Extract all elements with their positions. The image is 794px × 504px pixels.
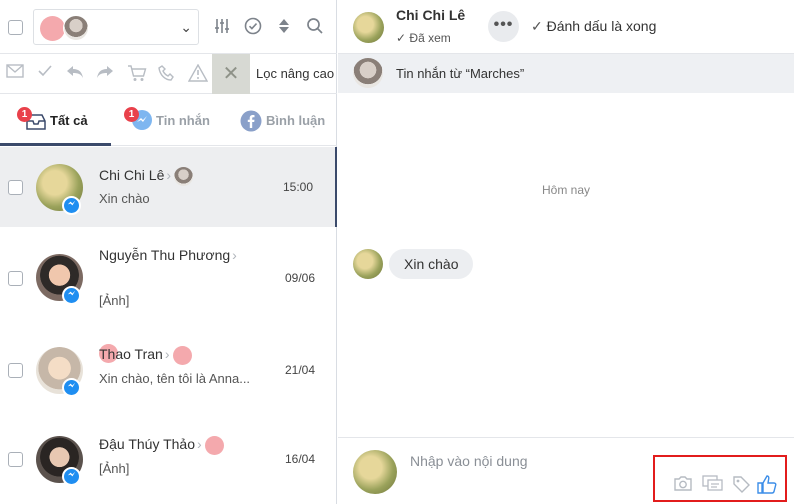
page-avatar [63,15,89,41]
page-avatar [353,58,383,88]
contact-name-text: Nguyễn Thu Phương [99,247,231,263]
message-input[interactable] [410,451,640,471]
page-avatar [172,346,192,365]
forward-icon[interactable] [95,64,115,84]
messenger-badge-icon [62,286,81,305]
tab-label: Tin nhắn [156,113,210,128]
conversation-row[interactable]: Đậu Thúy Thảo › [Ảnh] 16/04 [0,414,337,504]
messenger-badge-icon [62,196,81,215]
check-icon: ✓ [531,18,543,34]
message-time: 16/04 [284,452,315,466]
avatar [353,12,384,43]
facebook-icon [240,110,262,135]
page-avatar [204,436,224,455]
contact-name: Thao Tran › [99,346,192,365]
contact-name: Đậu Thúy Thảo › [99,436,224,455]
reply-icon[interactable] [65,64,85,84]
page-avatar [40,16,65,41]
contact-name: Chi Chi Lê › [99,167,194,186]
mark-done-label: Đánh dấu là xong [546,18,657,34]
chat-title: Chi Chi Lê [396,7,466,23]
contact-name: Nguyễn Thu Phương › [99,247,237,263]
mail-icon[interactable] [5,64,25,84]
conversation-row[interactable]: Thao Tran › Xin chào, tên tôi là Anna... … [0,329,337,414]
tag-icon[interactable] [730,475,752,497]
search-icon[interactable] [305,17,325,37]
sort-icon[interactable] [274,17,294,37]
tab-messages[interactable]: 1 Tin nhắn [111,94,226,146]
chevron-right-icon: › [232,247,237,263]
message-composer [338,437,794,504]
message-source-label: Tin nhắn từ “Marches” [396,66,525,81]
chat-panel: Chi Chi Lê ✓ Đã xem ••• ✓ Đánh dấu là xo… [338,0,794,504]
cart-icon[interactable] [127,64,147,84]
warning-icon[interactable] [187,63,209,84]
filter-tabs: 1 Tất cả 1 Tin nhắn Bình luận [0,94,337,146]
page-avatar [174,167,194,186]
message-snippet: [Ảnh] [99,461,130,476]
message-time: 09/06 [284,271,315,285]
tab-badge: 1 [17,107,32,122]
phone-icon[interactable] [157,64,177,84]
seen-label: Đã xem [409,31,451,45]
message-snippet: Xin chào [99,191,150,206]
tab-badge: 1 [124,107,139,122]
messenger-badge-icon [62,467,81,486]
action-toolbar: ✕ Lọc nâng cao [0,54,337,94]
contact-name-text: Thao Tran [99,346,163,363]
check-icon: ✓ [396,31,407,45]
tab-all[interactable]: 1 Tất cả [0,94,111,146]
conversation-row[interactable]: Nguyễn Thu Phương › [Ảnh] 09/06 [0,227,337,363]
chevron-right-icon: › [166,167,172,184]
row-checkbox[interactable] [8,452,23,467]
row-checkbox[interactable] [8,180,23,195]
messenger-badge-icon [62,378,81,397]
active-tab-indicator [0,143,111,146]
contact-name-text: Đậu Thúy Thảo [99,436,195,453]
tab-comments[interactable]: Bình luận [226,94,337,146]
chat-header: Chi Chi Lê ✓ Đã xem ••• ✓ Đánh dấu là xo… [338,0,794,54]
conversation-panel: ⌄ ✕ Lọc nâng cao 1 Tất cả 1 Tin nhắn Bìn… [0,0,337,504]
select-all-checkbox[interactable] [8,20,23,35]
message-snippet: Xin chào, tên tôi là Anna... [99,371,251,386]
check-icon[interactable] [35,64,55,84]
check-circle-icon[interactable] [243,17,263,37]
row-checkbox[interactable] [8,363,23,378]
advanced-filter-button[interactable]: Lọc nâng cao [256,66,334,81]
quick-reply-icon[interactable] [701,475,723,497]
day-separator: Hôm nay [541,183,591,197]
chevron-right-icon: › [197,436,202,453]
more-options-button[interactable]: ••• [488,11,519,42]
sliders-icon[interactable] [212,17,232,37]
camera-icon[interactable] [672,475,694,497]
tab-label: Bình luận [266,113,326,128]
conversation-row[interactable]: Chi Chi Lê › Xin chào 15:00 [0,147,337,227]
row-checkbox[interactable] [8,271,23,286]
message-time: 15:00 [282,180,313,194]
seen-status: ✓ Đã xem [396,31,451,45]
message-snippet: [Ảnh] [99,293,130,308]
mark-done-button[interactable]: ✓ Đánh dấu là xong [531,18,656,35]
like-icon[interactable] [756,475,778,497]
message-time: 21/04 [284,363,315,377]
page-selector[interactable]: ⌄ [33,9,199,45]
close-icon[interactable]: ✕ [212,54,250,94]
avatar [353,450,397,494]
avatar [353,249,383,279]
top-toolbar: ⌄ [0,0,337,54]
tab-label: Tất cả [50,113,88,128]
chevron-down-icon: ⌄ [180,19,192,35]
conversation-list: Chi Chi Lê › Xin chào 15:00 Nguyễn Thu Ph… [0,147,337,504]
chevron-right-icon: › [164,346,170,363]
app: ⌄ ✕ Lọc nâng cao 1 Tất cả 1 Tin nhắn Bìn… [0,0,794,504]
message-bubble: Xin chào [389,249,474,279]
composer-actions-highlight [653,455,787,502]
message-source-bar: Tin nhắn từ “Marches” [338,54,794,93]
contact-name-text: Chi Chi Lê [99,167,165,184]
